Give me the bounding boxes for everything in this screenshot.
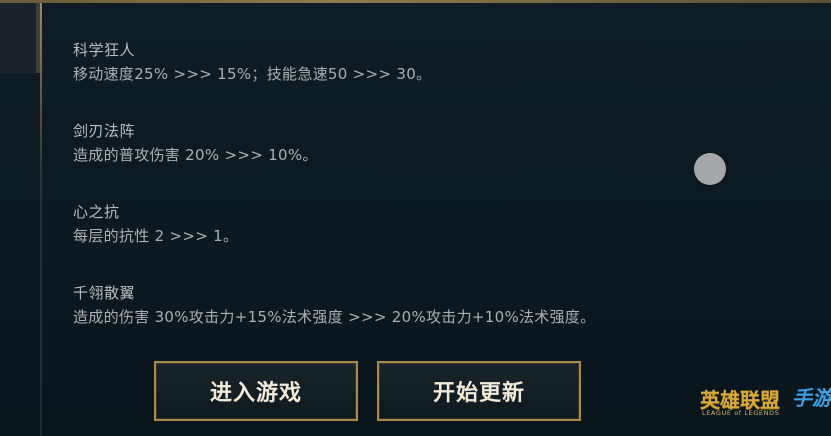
patch-note-body: 造成的普攻伤害 20% >>> 10%。 xyxy=(73,146,318,164)
top-divider xyxy=(0,0,831,3)
patch-note-item: 科学狂人 移动速度25% >>> 15%；技能急速50 >>> 30。 xyxy=(73,38,693,86)
logo-subtitle: LEAGUE of LEGENDS xyxy=(702,409,780,417)
left-gold-rail xyxy=(40,3,42,436)
patch-note-item: 心之抗 每层的抗性 2 >>> 1。 xyxy=(73,200,693,248)
patch-notes-list: 科学狂人 移动速度25% >>> 15%；技能急速50 >>> 30。 剑刃法阵… xyxy=(73,38,693,329)
patch-note-body: 每层的抗性 2 >>> 1。 xyxy=(73,227,239,245)
update-screen: 科学狂人 移动速度25% >>> 15%；技能急速50 >>> 30。 剑刃法阵… xyxy=(0,0,831,436)
patch-note-title: 剑刃法阵 xyxy=(73,122,136,140)
left-side-panel xyxy=(0,3,40,73)
patch-note-title: 科学狂人 xyxy=(73,41,136,59)
patch-note-item: 剑刃法阵 造成的普攻伤害 20% >>> 10%。 xyxy=(73,119,693,167)
start-update-button[interactable]: 开始更新 xyxy=(377,361,581,421)
patch-note-body: 造成的伤害 30%攻击力+15%法术强度 >>> 20%攻击力+10%法术强度。 xyxy=(73,308,596,326)
touch-cursor-indicator xyxy=(694,153,726,185)
patch-note-title: 心之抗 xyxy=(73,203,120,221)
logo-brush-text: 手游 xyxy=(792,386,831,410)
game-logo: 英雄联盟 手游 LEAGUE of LEGENDS xyxy=(700,384,831,432)
patch-note-item: 千翎散翼 造成的伤害 30%攻击力+15%法术强度 >>> 20%攻击力+10%… xyxy=(73,281,693,329)
patch-note-body: 移动速度25% >>> 15%；技能急速50 >>> 30。 xyxy=(73,65,432,83)
enter-game-button[interactable]: 进入游戏 xyxy=(154,361,358,421)
patch-note-title: 千翎散翼 xyxy=(73,284,136,302)
